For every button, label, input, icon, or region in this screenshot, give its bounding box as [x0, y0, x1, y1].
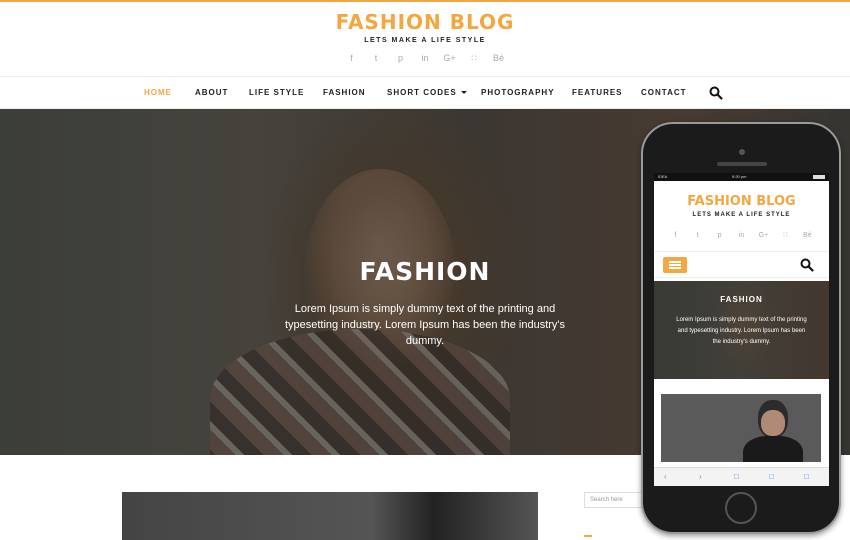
nav-item-life-style[interactable]: LIFE STYLE	[249, 88, 304, 97]
nav-item-fashion[interactable]: FASHION	[323, 88, 366, 97]
sidebar-divider	[584, 535, 592, 537]
phone-speaker	[717, 162, 767, 166]
post-thumbnail[interactable]	[122, 492, 538, 540]
site-tagline: LETS MAKE A LIFE STYLE	[364, 37, 486, 44]
behance-icon[interactable]: Bé	[488, 53, 510, 63]
bookmarks-icon[interactable]: □	[769, 472, 774, 481]
hero-text: Lorem Ipsum is simply dummy text of the …	[284, 303, 566, 347]
mobile-hero-title: FASHION	[720, 295, 763, 304]
hamburger-menu-icon[interactable]	[663, 257, 687, 273]
twitter-icon[interactable]: t	[688, 232, 708, 239]
status-carrier: IDEA	[658, 174, 668, 179]
caret-down-icon	[460, 91, 467, 95]
mobile-post-thumbnail[interactable]	[661, 394, 821, 462]
forward-icon[interactable]: ›	[699, 472, 702, 481]
nav-item-photography[interactable]: PHOTOGRAPHY	[481, 88, 555, 97]
mobile-hero-text: Lorem Ipsum is simply dummy text of the …	[676, 317, 807, 345]
phone-status-bar: IDEA 9:20 pm	[654, 173, 829, 181]
top-accent-line	[0, 0, 850, 2]
nav-item-short-codes[interactable]: SHORT CODES	[387, 88, 467, 97]
mobile-social-links: f t p in G+ ∷ Bé	[654, 231, 829, 239]
pinterest-icon[interactable]: p	[389, 53, 411, 63]
share-icon[interactable]: □	[734, 472, 739, 481]
phone-home-button	[725, 492, 757, 524]
search-icon[interactable]	[709, 86, 723, 100]
post-image-jacket	[743, 436, 803, 462]
linkedin-icon[interactable]: in	[414, 53, 436, 63]
mobile-nav	[654, 251, 829, 278]
phone-mockup: IDEA 9:20 pm FASHION BLOG LETS MAKE A LI…	[641, 122, 841, 534]
nav-item-home[interactable]: HOME	[144, 88, 172, 97]
browser-toolbar: ‹ › □ □ □	[654, 467, 829, 486]
pinterest-icon[interactable]: p	[710, 232, 730, 239]
behance-icon[interactable]: Bé	[797, 232, 817, 239]
mobile-site-title[interactable]: FASHION BLOG	[654, 194, 829, 209]
rss-icon[interactable]: ∷	[463, 53, 485, 64]
nav-item-short-codes-label: SHORT CODES	[387, 88, 457, 97]
phone-screen: IDEA 9:20 pm FASHION BLOG LETS MAKE A LI…	[654, 173, 829, 486]
main-nav: HOME ABOUT LIFE STYLE FASHION SHORT CODE…	[0, 76, 850, 109]
facebook-icon[interactable]: f	[666, 232, 686, 239]
nav-item-contact[interactable]: CONTACT	[641, 88, 687, 97]
social-links: f t p in G+ ∷ Bé	[0, 53, 850, 64]
nav-item-features[interactable]: FEATURES	[572, 88, 623, 97]
battery-icon	[813, 175, 825, 179]
google-plus-icon[interactable]: G+	[753, 232, 773, 239]
site-title[interactable]: FASHION BLOG	[0, 10, 850, 34]
facebook-icon[interactable]: f	[340, 53, 362, 63]
twitter-icon[interactable]: t	[365, 53, 387, 63]
google-plus-icon[interactable]: G+	[439, 53, 461, 63]
linkedin-icon[interactable]: in	[732, 232, 752, 239]
tabs-icon[interactable]: □	[804, 472, 809, 481]
search-icon[interactable]	[800, 258, 814, 272]
rss-icon[interactable]: ∷	[775, 231, 795, 239]
status-time: 9:20 pm	[732, 174, 747, 179]
brand: FASHION BLOG LETS MAKE A LIFE STYLE	[0, 10, 850, 44]
post-image-face	[761, 410, 785, 436]
phone-camera	[739, 149, 745, 155]
mobile-site-tagline: LETS MAKE A LIFE STYLE	[692, 212, 791, 218]
nav-item-about[interactable]: ABOUT	[195, 88, 228, 97]
back-icon[interactable]: ‹	[664, 472, 667, 481]
mobile-hero: FASHION Lorem Ipsum is simply dummy text…	[654, 281, 829, 379]
